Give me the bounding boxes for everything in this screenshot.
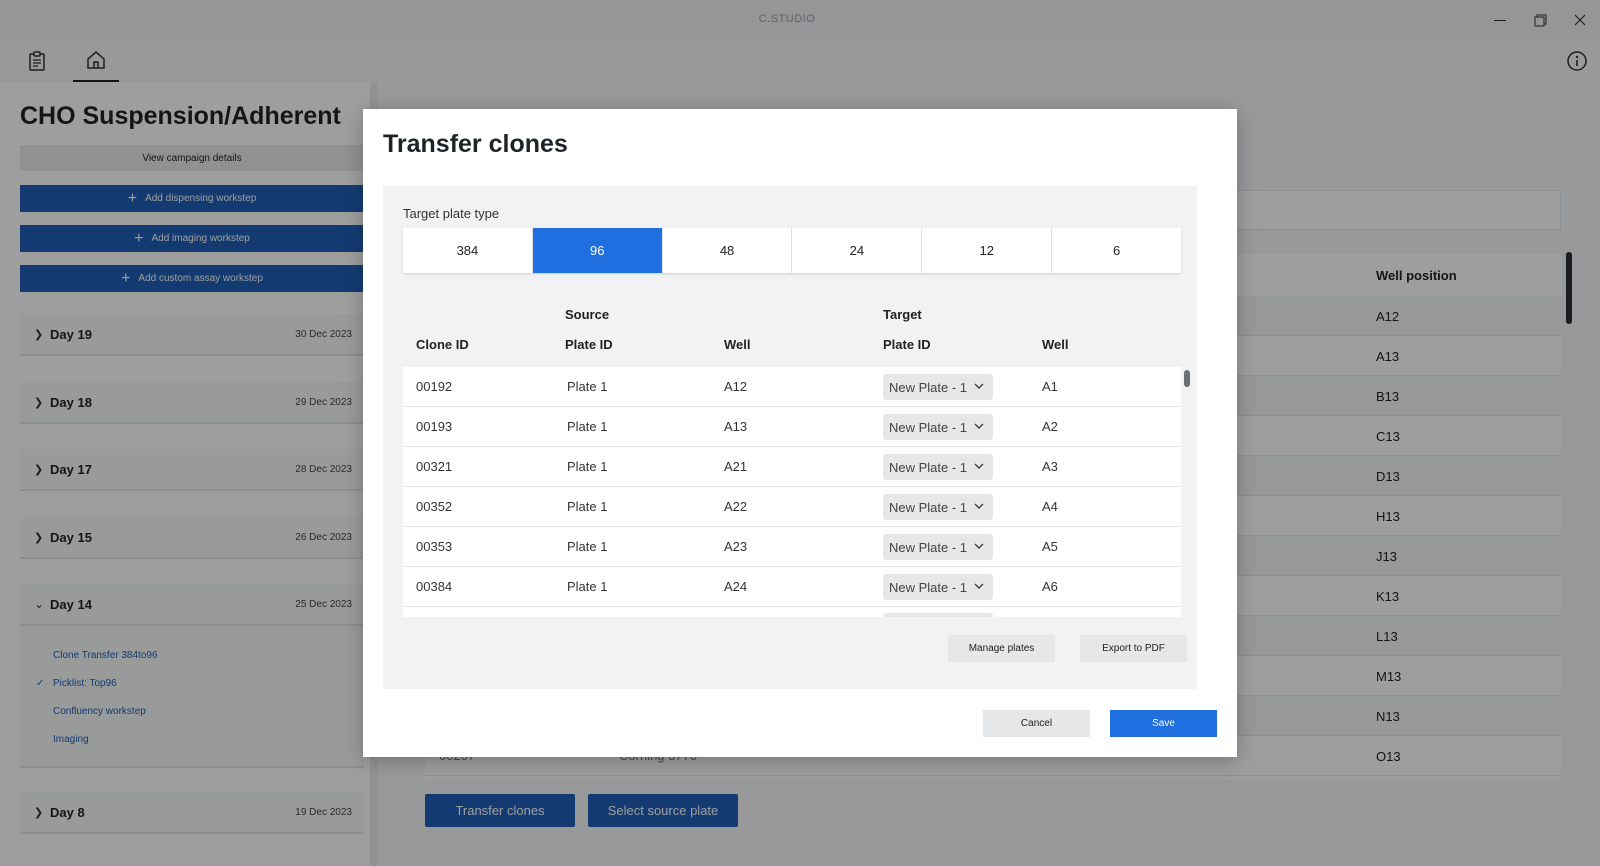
source-well-cell: A22 [724, 499, 748, 514]
transfer-table: 00192 Plate 1 A12 New Plate - 1 A1 00193… [403, 367, 1181, 617]
table-row[interactable]: 00384 Plate 1 A24 New Plate - 1 A6 [403, 567, 1181, 607]
dropdown-value: New Plate - 1 [889, 579, 968, 595]
source-plate-cell: Plate 1 [567, 379, 608, 394]
plate-type-96[interactable]: 96 [532, 228, 663, 273]
source-plate-cell: Plate 1 [567, 419, 608, 434]
table-row[interactable]: 00352 Plate 1 A22 New Plate - 1 A4 [403, 487, 1181, 527]
chevron-down-icon [974, 383, 984, 390]
clone-id-cell: 00352 [416, 499, 453, 514]
cancel-button[interactable]: Cancel [983, 710, 1090, 737]
target-well-cell: A1 [1042, 379, 1058, 394]
plate-type-12[interactable]: 12 [922, 228, 1053, 273]
source-group-header: Source [565, 307, 610, 322]
target-plate-dropdown[interactable]: New Plate - 1 [883, 534, 993, 560]
clone-id-cell: 00193 [416, 419, 453, 434]
target-plate-type-label: Target plate type [403, 206, 500, 221]
dropdown-value: New Plate - 1 [889, 419, 968, 435]
chevron-down-icon [974, 503, 984, 510]
target-group-header: Target [883, 307, 922, 322]
chevron-down-icon [974, 463, 984, 470]
source-plate-cell: Plate 1 [567, 579, 608, 594]
source-plate-cell: Plate 1 [567, 499, 608, 514]
export-to-pdf-button[interactable]: Export to PDF [1080, 635, 1187, 662]
dialog-title: Transfer clones [383, 130, 568, 158]
target-well-cell: A6 [1042, 579, 1058, 594]
column-header-source-well: Well [724, 337, 751, 352]
manage-plates-button[interactable]: Manage plates [948, 635, 1055, 662]
dropdown-value: New Plate - 1 [889, 539, 968, 555]
table-row[interactable]: 00321 Plate 1 A21 New Plate - 1 A3 [403, 447, 1181, 487]
chevron-down-icon [974, 583, 984, 590]
plate-type-6[interactable]: 6 [1052, 228, 1181, 273]
source-well-cell: A24 [724, 579, 748, 594]
clone-id-cell: 00353 [416, 539, 453, 554]
target-plate-dropdown[interactable] [883, 613, 993, 617]
source-plate-cell: Plate 1 [567, 539, 608, 554]
target-well-cell: A3 [1042, 459, 1058, 474]
clone-id-cell: 00192 [416, 379, 453, 394]
dropdown-value: New Plate - 1 [889, 499, 968, 515]
dropdown-value: New Plate - 1 [889, 459, 968, 475]
target-well-cell: A2 [1042, 419, 1058, 434]
target-plate-dropdown[interactable]: New Plate - 1 [883, 414, 993, 440]
dialog-body: Target plate type 384 96 48 24 12 6 Sour… [383, 186, 1197, 689]
plate-type-384[interactable]: 384 [403, 228, 533, 273]
target-plate-dropdown[interactable]: New Plate - 1 [883, 374, 993, 400]
column-header-source-plate-id: Plate ID [565, 337, 613, 352]
plate-type-24[interactable]: 24 [792, 228, 923, 273]
target-plate-dropdown[interactable]: New Plate - 1 [883, 574, 993, 600]
dropdown-value: New Plate - 1 [889, 379, 968, 395]
clone-id-cell: 00321 [416, 459, 453, 474]
plate-type-48[interactable]: 48 [663, 228, 793, 273]
source-well-cell: A23 [724, 539, 748, 554]
chevron-down-icon [974, 423, 984, 430]
table-row[interactable]: 00192 Plate 1 A12 New Plate - 1 A1 [403, 367, 1181, 407]
transfer-clones-dialog: Transfer clones Target plate type 384 96… [363, 109, 1237, 757]
save-button[interactable]: Save [1110, 710, 1217, 737]
scrollbar-thumb[interactable] [1184, 370, 1190, 387]
source-well-cell: A21 [724, 459, 748, 474]
target-plate-dropdown[interactable]: New Plate - 1 [883, 494, 993, 520]
target-well-cell: A5 [1042, 539, 1058, 554]
source-well-cell: A13 [724, 419, 748, 434]
table-row[interactable] [403, 607, 1181, 617]
source-well-cell: A12 [724, 379, 748, 394]
column-header-target-plate-id: Plate ID [883, 337, 931, 352]
transfer-table-scrollbar[interactable] [1184, 367, 1191, 617]
table-row[interactable]: 00193 Plate 1 A13 New Plate - 1 A2 [403, 407, 1181, 447]
target-plate-dropdown[interactable]: New Plate - 1 [883, 454, 993, 480]
column-header-clone-id: Clone ID [416, 337, 469, 352]
column-header-target-well: Well [1042, 337, 1069, 352]
table-row[interactable]: 00353 Plate 1 A23 New Plate - 1 A5 [403, 527, 1181, 567]
clone-id-cell: 00384 [416, 579, 453, 594]
plate-type-selector: 384 96 48 24 12 6 [403, 228, 1181, 273]
source-plate-cell: Plate 1 [567, 459, 608, 474]
target-well-cell: A4 [1042, 499, 1058, 514]
chevron-down-icon [974, 543, 984, 550]
